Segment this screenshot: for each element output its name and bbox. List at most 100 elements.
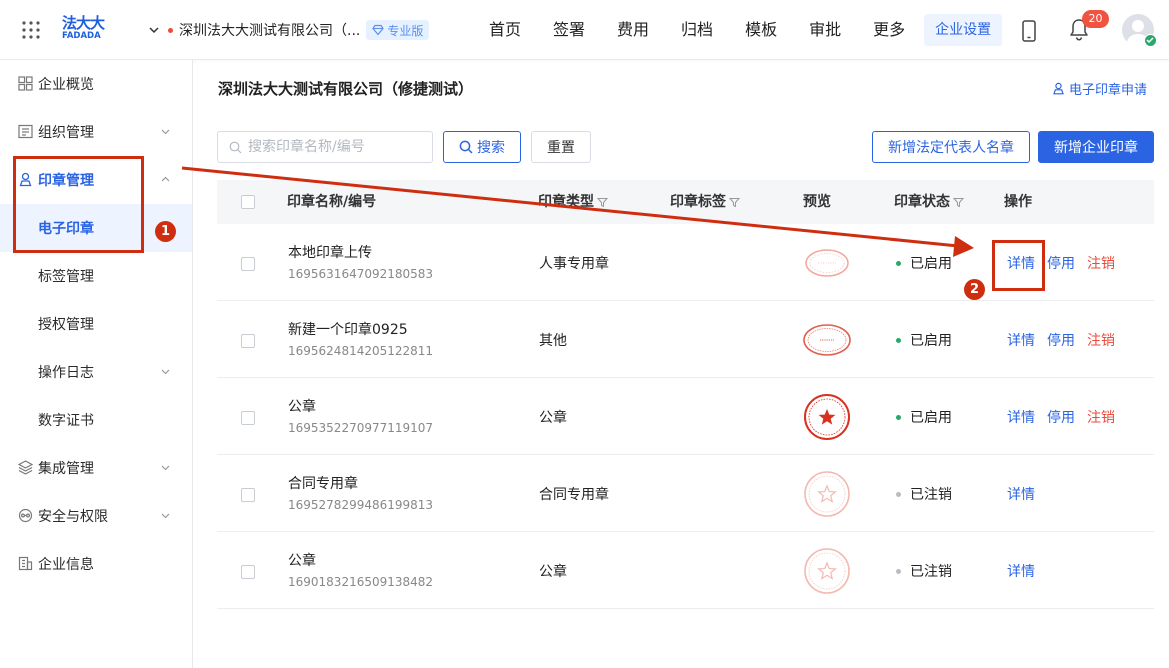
e-seal-apply-link[interactable]: 电子印章申请 [1052,79,1147,98]
cancel-link[interactable]: 注销 [1087,330,1115,350]
select-all-checkbox[interactable] [241,195,255,209]
nav-more[interactable]: 更多 [860,14,918,46]
status-enabled-dot [896,337,901,343]
detail-link[interactable]: 详情 [1007,407,1035,427]
nav-archive[interactable]: 归档 [668,14,726,46]
annotation-box-sidebar [13,156,144,253]
col-status[interactable]: 印章状态 [894,180,964,224]
edition-badge: 专业版 [366,20,430,40]
search-input[interactable] [248,139,428,155]
status-label: 已启用 [910,256,952,272]
sidebar-item-tags[interactable]: 标签管理 [0,252,192,300]
row-checkbox[interactable] [241,411,255,425]
search-icon [229,141,242,153]
sidebar-item-label: 操作日志 [38,365,94,381]
col-type[interactable]: 印章类型 [538,180,608,224]
search-button[interactable]: 搜索 [443,131,521,163]
col-preview: 预览 [803,194,831,210]
sidebar-item-integration[interactable]: 集成管理 [0,444,192,492]
verified-check-icon [1144,34,1157,47]
mobile-phone-icon[interactable] [1021,20,1037,42]
nav-sign[interactable]: 签署 [540,14,598,46]
fadada-logo[interactable]: 法大大 FADADA [62,16,114,44]
nav-enterprise-settings[interactable]: 企业设置 [924,14,1003,46]
col-tag[interactable]: 印章标签 [670,180,740,224]
row-checkbox[interactable] [241,334,255,348]
notification-count-badge: 20 [1082,10,1109,28]
row-actions: 详情 停用 注销 [1007,330,1127,350]
disable-link[interactable]: 停用 [1047,330,1075,350]
sidebar-item-enterprise-info[interactable]: 企业信息 [0,540,192,588]
disable-link[interactable]: 停用 [1047,407,1075,427]
nav-fees[interactable]: 费用 [604,14,662,46]
company-name: 深圳法大大测试有限公司（... [179,23,361,39]
detail-link[interactable]: 详情 [1007,561,1035,581]
security-icon [18,508,33,523]
seal-code: 1695631647092180583 [288,267,434,281]
status-label: 已注销 [910,564,952,580]
row-checkbox[interactable] [241,257,255,271]
page-title: 深圳法大大测试有限公司（修捷测试） [218,80,474,98]
logo-text-en: FADADA [62,31,101,41]
seal-type: 公章 [539,564,567,580]
seal-code: 1695278299486199813 [288,498,434,512]
seal-code: 1690183216509138482 [288,575,434,589]
sidebar-item-overview[interactable]: 企业概览 [0,60,192,108]
building-icon [18,556,33,571]
sidebar-item-org[interactable]: 组织管理 [0,108,192,156]
cancel-link[interactable]: 注销 [1087,407,1115,427]
seal-preview-oval-thumbnail[interactable] [802,315,852,365]
sidebar-item-digital-cert[interactable]: 数字证书 [0,396,192,444]
search-box [217,131,433,163]
detail-link[interactable]: 详情 [1007,484,1035,504]
annotation-step-1: 1 [155,221,176,242]
status-label: 已注销 [910,487,952,503]
row-checkbox[interactable] [241,488,255,502]
disable-link[interactable]: 停用 [1047,253,1075,273]
apply-link-label: 电子印章申请 [1069,83,1148,98]
sidebar-item-label: 授权管理 [38,317,94,333]
apps-grid-icon[interactable] [22,21,40,39]
seal-preview-round-star-thumbnail[interactable] [802,392,852,442]
status-enabled-dot [896,414,901,420]
sidebar-item-security[interactable]: 安全与权限 [0,492,192,540]
seal-type: 人事专用章 [539,256,609,272]
row-checkbox[interactable] [241,565,255,579]
detail-link[interactable]: 详情 [1007,330,1035,350]
nav-templates[interactable]: 模板 [732,14,790,46]
company-switcher[interactable]: 深圳法大大测试有限公司（... 专业版 [148,18,430,42]
seal-type: 公章 [539,410,567,426]
add-legal-rep-seal-button[interactable]: 新增法定代表人名章 [872,131,1030,163]
search-icon [459,140,473,154]
seal-preview-oval-thumbnail[interactable] [802,238,852,288]
col-name: 印章名称/编号 [287,194,377,210]
seal-name: 新建一个印章0925 [288,322,408,338]
logo-text-cn: 法大大 [62,14,105,32]
table-row: 公章 1690183216509138482 公章 已注销 详情 [217,532,1154,609]
status-label: 已启用 [910,333,952,349]
top-bar: 法大大 FADADA 深圳法大大测试有限公司（... 专业版 首页 签署 费用 … [0,0,1169,60]
seal-preview-round-star-faded-thumbnail[interactable] [802,546,852,596]
table-row: 合同专用章 1695278299486199813 合同专用章 已注销 详情 [217,455,1154,532]
nav-approval[interactable]: 审批 [796,14,854,46]
sidebar-item-label: 企业信息 [38,557,94,573]
seal-preview-round-star-faded-thumbnail[interactable] [802,469,852,519]
chevron-up-icon [161,176,170,182]
sidebar-item-label: 集成管理 [38,461,94,477]
filter-icon[interactable] [953,197,964,208]
cancel-link[interactable]: 注销 [1087,253,1115,273]
chevron-down-icon [161,129,170,135]
status-enabled-dot [896,260,901,266]
seal-name: 公章 [288,553,316,569]
add-enterprise-seal-button[interactable]: 新增企业印章 [1038,131,1154,163]
nav-home[interactable]: 首页 [476,14,534,46]
filter-icon[interactable] [729,197,740,208]
edition-label: 专业版 [387,23,424,38]
filter-icon[interactable] [597,197,608,208]
seal-name: 本地印章上传 [288,245,372,261]
sidebar-item-authorization[interactable]: 授权管理 [0,300,192,348]
unread-dot [168,27,173,33]
reset-button[interactable]: 重置 [531,131,591,163]
sidebar-item-label: 企业概览 [38,77,94,93]
sidebar-item-operation-log[interactable]: 操作日志 [0,348,192,396]
